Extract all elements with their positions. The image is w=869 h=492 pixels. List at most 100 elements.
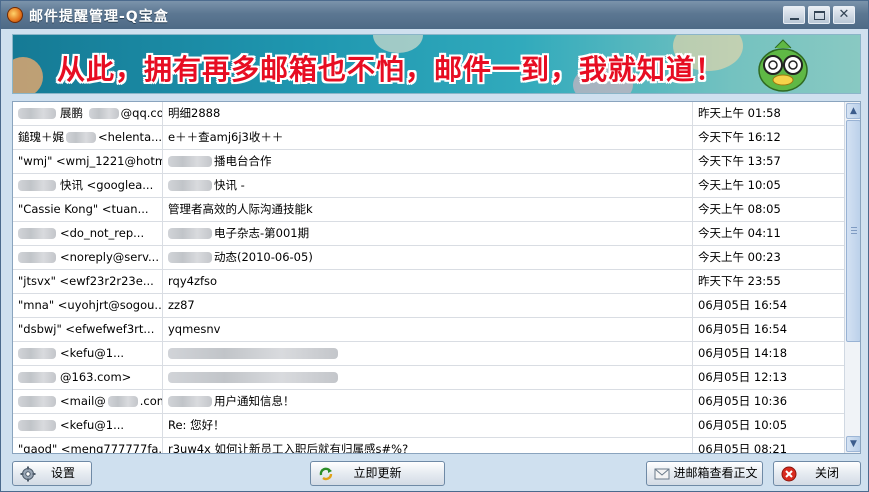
email-subject-cell: 快讯 - xyxy=(163,174,693,197)
scroll-up-button[interactable]: ▲ xyxy=(846,103,860,119)
mascot-icon xyxy=(758,39,808,92)
email-row[interactable]: <kefu@1... 06月05日 14:18 xyxy=(13,342,844,366)
close-label: 关闭 xyxy=(814,466,839,480)
redacted-text xyxy=(66,132,96,143)
email-subject: 用户通知信息！ xyxy=(214,394,295,408)
app-icon xyxy=(7,7,23,23)
window-title: 邮件提醒管理-Q宝盒 xyxy=(29,9,169,25)
redacted-text xyxy=(168,180,212,191)
refresh-button[interactable]: 立即更新 xyxy=(310,461,445,486)
email-sender-cell: "Cassie Kong" <tuan... xyxy=(13,198,163,221)
redacted-text xyxy=(18,348,56,359)
email-subject: rqy4zfso xyxy=(168,274,218,288)
open-inbox-button[interactable]: 进邮箱查看正文 xyxy=(646,461,763,486)
email-sender-cell: "wmj" <wmj_1221@hotm... xyxy=(13,150,163,173)
email-row[interactable]: "dsbwj" <efwefwef3rt... yqmesnv 06月05日 16:… xyxy=(13,318,844,342)
redacted-text xyxy=(18,396,56,407)
email-subject-cell: 播电台合作 xyxy=(163,150,693,173)
email-time: 今天上午 00:23 xyxy=(698,250,781,264)
redacted-text xyxy=(168,396,212,407)
email-list[interactable]: 展鹏 @qq.com> 明细2888 昨天上午 01:58 鎚瑰＋娓 <helenta.… xyxy=(12,101,861,454)
redacted-text xyxy=(88,108,119,119)
email-row[interactable]: <mail@ .com> 用户通知信息！ 06月05日 10:36 xyxy=(13,390,844,414)
email-sender-cell: <mail@ .com> xyxy=(13,390,163,413)
window-close-button[interactable]: ✕ xyxy=(833,6,855,24)
email-time: 06月05日 16:54 xyxy=(698,298,788,312)
email-sender: "gaod" <meng777777fa... xyxy=(18,442,163,454)
email-time: 06月05日 16:54 xyxy=(698,322,788,336)
redacted-text xyxy=(168,372,338,383)
email-time: 今天上午 08:05 xyxy=(698,202,781,216)
redacted-text xyxy=(18,180,56,191)
vertical-scrollbar[interactable]: ▲ ▼ xyxy=(844,102,860,453)
email-row[interactable]: "gaod" <meng777777fa... r3uw4x 如何让新员工入职后就… xyxy=(13,438,844,454)
email-subject-cell: yqmesnv xyxy=(163,318,693,341)
redacted-text xyxy=(168,252,212,263)
email-row[interactable]: "jtsvx" <ewf23r2r23e... rqy4zfso 昨天下午 23:5… xyxy=(13,270,844,294)
email-time: 今天下午 13:57 xyxy=(698,154,781,168)
email-subject: yqmesnv xyxy=(168,322,221,336)
email-subject-cell: rqy4zfso xyxy=(163,270,693,293)
email-sender: "wmj" <wmj_1221@hotm... xyxy=(18,154,163,168)
email-sender-cell: "mna" <uyohjrt@sogou... xyxy=(13,294,163,317)
settings-button[interactable]: 设置 xyxy=(12,461,92,486)
email-sender-cell: <kefu@1... xyxy=(13,414,163,437)
grip-icon xyxy=(851,227,857,234)
email-sender: <kefu@1... xyxy=(60,418,125,432)
email-sender: "jtsvx" <ewf23r2r23e... xyxy=(18,274,154,288)
scroll-down-button[interactable]: ▼ xyxy=(846,436,860,452)
maximize-icon xyxy=(814,11,825,20)
email-sender-cell: "gaod" <meng777777fa... xyxy=(13,438,163,454)
email-subject-cell: 用户通知信息！ xyxy=(163,390,693,413)
email-subject-cell xyxy=(163,342,693,365)
email-subject-cell: 电子杂志-第001期 xyxy=(163,222,693,245)
maximize-button[interactable] xyxy=(808,6,830,24)
email-row[interactable]: @163.com> 06月05日 12:13 xyxy=(13,366,844,390)
email-sender-cell: <do_not_rep... xyxy=(13,222,163,245)
email-sender-cell: @163.com> xyxy=(13,366,163,389)
email-subject-cell xyxy=(163,366,693,389)
email-sender: <do_not_rep... xyxy=(60,226,145,240)
email-sender: <noreply@serv... xyxy=(60,250,159,264)
email-sender: <mail@ xyxy=(60,394,106,408)
email-subject-cell: e＋＋查amj6j3收＋＋ xyxy=(163,126,693,149)
email-row[interactable]: <kefu@1... Re: 您好！ 06月05日 10:05 xyxy=(13,414,844,438)
close-button[interactable]: 关闭 xyxy=(773,461,861,486)
email-sender: "dsbwj" <efwefwef3rt... xyxy=(18,322,155,336)
redacted-text xyxy=(18,252,56,263)
email-sender-cell: <kefu@1... xyxy=(13,342,163,365)
banner-slogan: 从此，拥有再多邮箱也不怕，邮件一到，我就知道！ xyxy=(57,53,725,86)
email-subject: 快讯 - xyxy=(214,178,245,192)
redacted-text xyxy=(18,372,56,383)
email-subject: 管理者高效的人际沟通技能k xyxy=(168,202,313,216)
email-sender-cell: "dsbwj" <efwefwef3rt... xyxy=(13,318,163,341)
email-sender-cell: "jtsvx" <ewf23r2r23e... xyxy=(13,270,163,293)
email-row[interactable]: "Cassie Kong" <tuan... 管理者高效的人际沟通技能k 今天上午 … xyxy=(13,198,844,222)
email-sender: "Cassie Kong" <tuan... xyxy=(18,202,149,216)
email-sender-cell: 快讯 <googlea... xyxy=(13,174,163,197)
email-subject: 明细2888 xyxy=(168,106,221,120)
email-row[interactable]: 快讯 <googlea... 快讯 - 今天上午 10:05 xyxy=(13,174,844,198)
email-sender-tail: <helenta... xyxy=(98,130,163,144)
email-subject-cell: Re: 您好！ xyxy=(163,414,693,437)
redacted-text xyxy=(18,228,56,239)
email-sender-cell: 展鹏 @qq.com> xyxy=(13,102,163,125)
email-sender-cell: 鎚瑰＋娓 <helenta... xyxy=(13,126,163,149)
email-row[interactable]: "mna" <uyohjrt@sogou... zz87 06月05日 16:54 xyxy=(13,294,844,318)
email-sender-tail: .com> xyxy=(139,394,162,408)
email-row[interactable]: 展鹏 @qq.com> 明细2888 昨天上午 01:58 xyxy=(13,102,844,126)
minimize-button[interactable] xyxy=(783,6,805,24)
banner-decoration xyxy=(13,57,43,93)
email-row[interactable]: "wmj" <wmj_1221@hotm... 播电台合作 今天下午 13:57 xyxy=(13,150,844,174)
email-subject: 电子杂志-第001期 xyxy=(214,226,310,240)
redacted-text xyxy=(168,348,338,359)
email-sender: 展鹏 xyxy=(60,106,87,120)
email-time: 06月05日 10:05 xyxy=(698,418,788,432)
email-row[interactable]: <noreply@serv... 动态(2010-06-05) 今天上午 00:23 xyxy=(13,246,844,270)
email-row[interactable]: <do_not_rep... 电子杂志-第001期 今天上午 04:11 xyxy=(13,222,844,246)
scrollbar-thumb[interactable] xyxy=(846,120,860,342)
email-subject-cell: 明细2888 xyxy=(163,102,693,125)
email-row[interactable]: 鎚瑰＋娓 <helenta... e＋＋查amj6j3收＋＋ 今天下午 16:12 xyxy=(13,126,844,150)
title-bar[interactable]: 邮件提醒管理-Q宝盒 ✕ xyxy=(1,1,868,29)
close-icon: ✕ xyxy=(838,7,850,22)
